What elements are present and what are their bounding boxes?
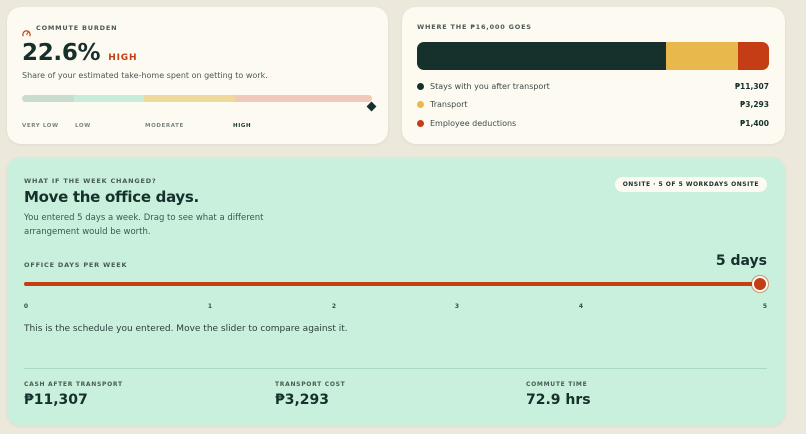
burden-marker	[366, 101, 377, 112]
slider-label: OFFICE DAYS PER WEEK	[24, 261, 128, 269]
divider	[24, 368, 767, 369]
legend-label: Transport	[430, 99, 468, 109]
burden-header: COMMUTE BURDEN	[22, 23, 118, 37]
gauge-icon	[22, 23, 31, 37]
slider-value-readout: 5 days	[715, 253, 767, 269]
stat-value: 72.9 hrs	[526, 392, 591, 408]
legend-label: Stays with you after transport	[430, 81, 550, 91]
burden-value-row: 22.6% HIGH	[22, 40, 137, 66]
slider-tick: 5	[762, 303, 768, 310]
scenario-eyebrow: WHAT IF THE WEEK CHANGED?	[24, 177, 157, 185]
stack-segment-transport	[665, 42, 739, 70]
stat-label: TRANSPORT COST	[275, 381, 346, 388]
income-stacked-bar	[417, 42, 769, 70]
stat-label: COMMUTE TIME	[526, 381, 588, 388]
legend-dot	[417, 82, 424, 90]
scale-segment-high	[235, 95, 372, 102]
stack-segment-deductions	[738, 42, 769, 70]
scale-label-very-low: VERY LOW	[22, 123, 59, 129]
legend-row-after-transport: Stays with you after transport ₱11,307	[417, 80, 769, 92]
scale-segment-moderate	[144, 95, 235, 102]
stat-commute-time: COMMUTE TIME 72.9 hrs	[526, 381, 591, 408]
scale-segment-low	[74, 95, 144, 102]
scale-label-moderate: MODERATE	[145, 123, 184, 129]
burden-percent: 22.6%	[22, 40, 101, 66]
income-breakdown-card: WHERE THE ₱16,000 GOES Stays with you af…	[402, 7, 785, 144]
stat-value: ₱3,293	[275, 392, 330, 408]
scale-segment-very-low	[22, 95, 74, 102]
scenario-title: Move the office days.	[24, 188, 199, 206]
legend-dot	[417, 119, 424, 127]
legend-value: ₱11,307	[734, 81, 769, 91]
office-days-scenario-card: WHAT IF THE WEEK CHANGED? ONSITE · 5 OF …	[7, 157, 785, 426]
breakdown-eyebrow: WHERE THE ₱16,000 GOES	[417, 23, 532, 31]
stat-transport-cost: TRANSPORT COST ₱3,293	[275, 381, 345, 408]
office-days-slider-track[interactable]	[24, 282, 760, 286]
onsite-badge: ONSITE · 5 OF 5 WORKDAYS ONSITE	[614, 177, 767, 192]
burden-description: Share of your estimated take-home spent …	[22, 71, 268, 80]
burden-level: HIGH	[108, 53, 138, 63]
slider-tick: 4	[578, 303, 584, 310]
legend-row-transport: Transport ₱3,293	[417, 98, 769, 110]
commute-burden-card: COMMUTE BURDEN 22.6% HIGH Share of your …	[7, 7, 388, 144]
legend-label: Employee deductions	[430, 118, 517, 128]
slider-tick: 2	[331, 303, 337, 310]
slider-tick: 0	[23, 303, 29, 310]
scenario-note: This is the schedule you entered. Move t…	[24, 324, 348, 334]
legend-value: ₱1,400	[740, 118, 769, 128]
slider-tick: 3	[454, 303, 460, 310]
scenario-description: You entered 5 days a week. Drag to see w…	[24, 213, 264, 237]
legend-value: ₱3,293	[740, 99, 769, 109]
scale-label-low: LOW	[75, 123, 91, 129]
stat-label: CASH AFTER TRANSPORT	[24, 381, 123, 388]
stack-segment-after-transport	[417, 42, 666, 70]
stat-value: ₱11,307	[24, 392, 88, 408]
scale-label-high: HIGH	[233, 123, 252, 129]
legend-dot	[417, 100, 424, 108]
stat-cash-after-transport: CASH AFTER TRANSPORT ₱11,307	[24, 381, 123, 408]
burden-eyebrow: COMMUTE BURDEN	[36, 23, 118, 32]
slider-tick: 1	[207, 303, 213, 310]
legend-row-deductions: Employee deductions ₱1,400	[417, 117, 769, 129]
office-days-slider-thumb[interactable]	[752, 276, 768, 292]
burden-scale-bar	[22, 95, 372, 102]
